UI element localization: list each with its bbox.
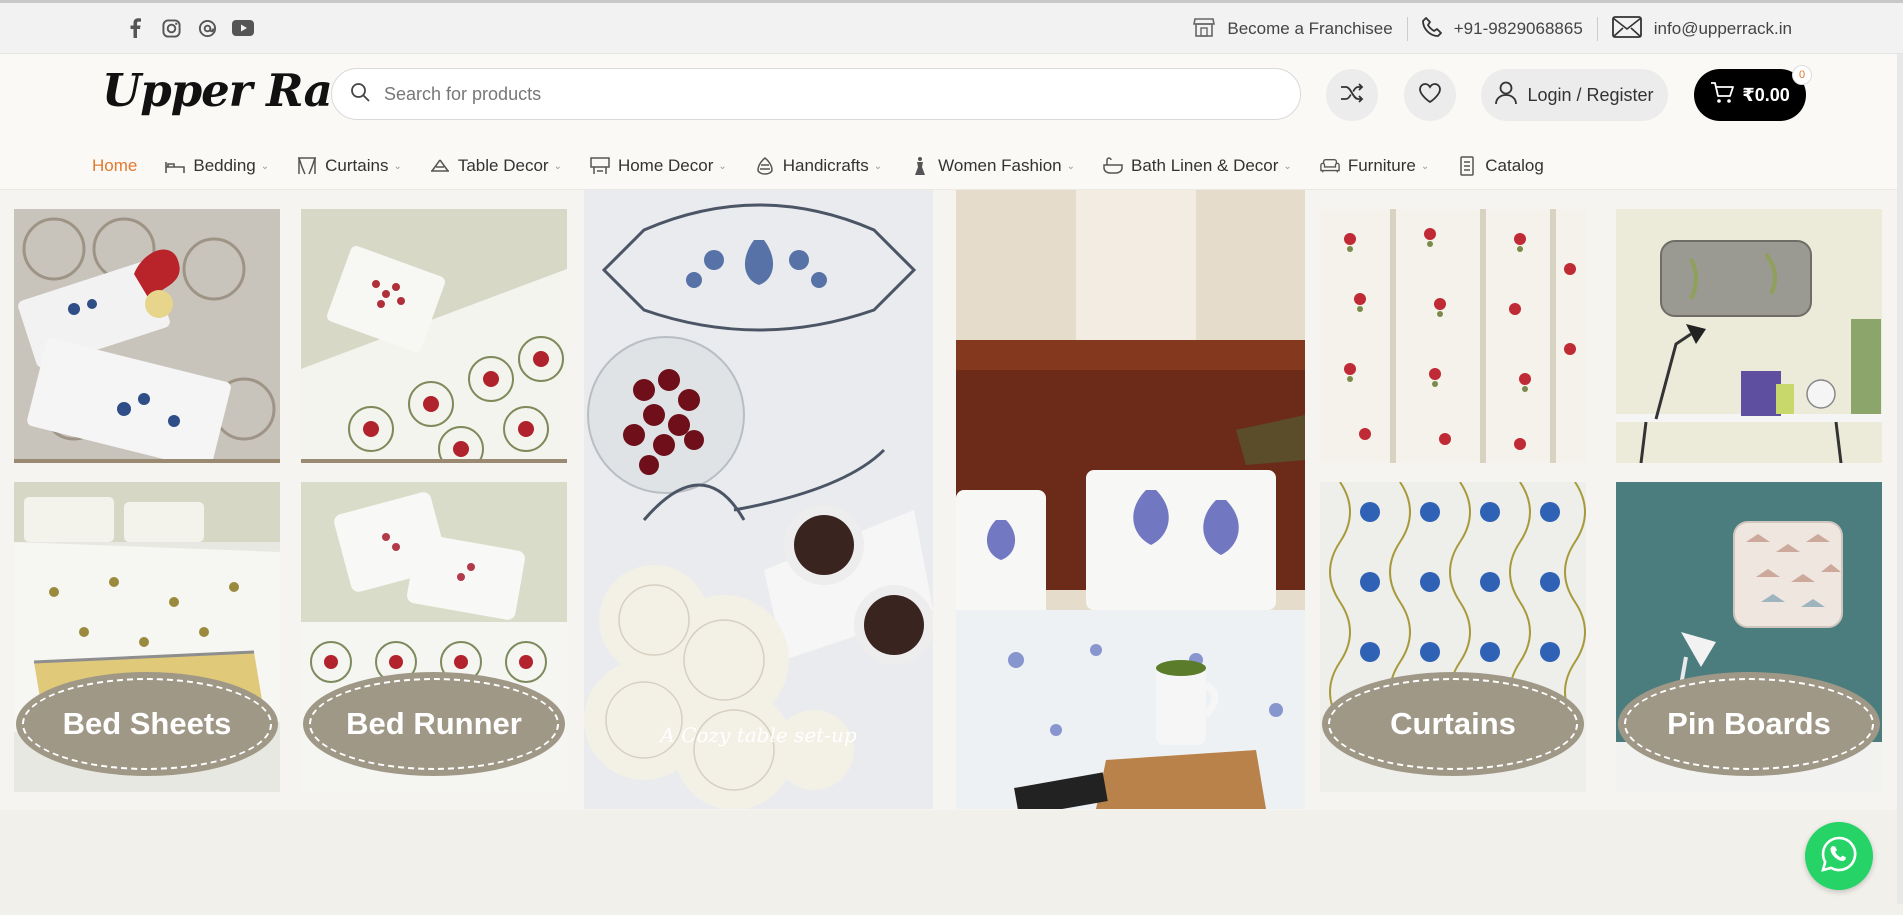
chevron-down-icon: ⌄	[393, 160, 402, 172]
whatsapp-icon	[1819, 834, 1859, 879]
bed-runner-label: Bed Runner	[346, 706, 522, 741]
facebook-icon[interactable]	[124, 17, 146, 39]
chevron-down-icon: ⌄	[718, 160, 727, 172]
nav-label: Handicrafts	[782, 156, 869, 175]
pin-boards-card[interactable]: Pin Boards	[1616, 482, 1882, 792]
franchise-link[interactable]: Become a Franchisee	[1179, 17, 1406, 42]
mail-icon	[1611, 15, 1642, 43]
chevron-down-icon: ⌄	[260, 160, 270, 172]
nav-handicrafts[interactable]: Handicrafts ⌄	[755, 156, 882, 176]
curtain-icon	[297, 156, 317, 176]
search-input[interactable]	[384, 83, 1264, 105]
top-contact: Become a Franchisee +91-9829068865 info@…	[1179, 15, 1806, 43]
nav-label: Bedding	[193, 156, 256, 175]
nav-label: Furniture	[1347, 156, 1416, 175]
nav-catalog[interactable]: Catalog	[1457, 156, 1544, 176]
cart-button[interactable]: ₹0.00	[1694, 69, 1806, 121]
user-icon	[1495, 81, 1518, 110]
bedroom-video[interactable]	[956, 190, 1305, 809]
table-caption: A Cozy table set-up	[660, 723, 857, 747]
nav-bedding[interactable]: Bedding ⌄	[165, 156, 269, 176]
nav-label: Home	[92, 156, 138, 175]
chevron-down-icon: ⌄	[1283, 160, 1292, 172]
search-icon[interactable]	[350, 82, 370, 107]
bath-icon	[1103, 156, 1123, 176]
whatsapp-button[interactable]	[1805, 822, 1873, 890]
instagram-icon[interactable]	[160, 17, 182, 39]
cart-count-badge: 0	[1792, 65, 1812, 85]
pin-boards-label: Pin Boards	[1667, 706, 1831, 741]
handicraft-icon	[755, 156, 775, 176]
franchise-label: Become a Franchisee	[1227, 19, 1393, 38]
nav-women-fashion[interactable]: Women Fashion ⌄	[910, 156, 1075, 176]
curtains-image-top[interactable]	[1320, 209, 1586, 463]
home-decor-icon	[590, 156, 610, 176]
cart-total: ₹0.00	[1742, 84, 1790, 105]
chevron-down-icon: ⌄	[1420, 160, 1430, 172]
bed-sheets-image-top[interactable]	[14, 209, 280, 463]
shuffle-icon	[1340, 82, 1364, 108]
nav-label: Catalog	[1485, 156, 1544, 175]
nav-home[interactable]: Home	[92, 156, 137, 176]
phone-link[interactable]: +91-9829068865	[1408, 16, 1597, 42]
main-header: Upper Rack Login / Register ₹0.00 0 Home	[0, 54, 1903, 190]
bed-sheets-badge[interactable]: Bed Sheets	[16, 672, 278, 776]
hero-banner: Bed Sheets Bed Runner A Cozy table set-u…	[0, 190, 1903, 810]
dress-icon	[910, 156, 930, 176]
youtube-icon[interactable]	[232, 17, 254, 39]
chevron-down-icon: ⌄	[873, 160, 883, 172]
nav-label: Curtains	[325, 156, 389, 175]
table-setup-video[interactable]: A Cozy table set-up	[584, 190, 933, 809]
nav-bath-linen[interactable]: Bath Linen & Decor ⌄	[1103, 156, 1292, 176]
nav-label: Home Decor	[617, 156, 714, 175]
cart-icon	[1710, 81, 1735, 109]
bed-runner-card[interactable]: Bed Runner	[301, 482, 567, 792]
nav-label: Bath Linen & Decor	[1131, 156, 1279, 175]
phone-label: +91-9829068865	[1453, 19, 1583, 38]
scrollbar[interactable]	[1897, 54, 1903, 904]
login-label: Login / Register	[1527, 84, 1654, 105]
bed-runner-image-top[interactable]	[301, 209, 567, 463]
chevron-down-icon: ⌄	[1066, 160, 1075, 172]
nav-home-decor[interactable]: Home Decor ⌄	[590, 156, 727, 176]
bed-sheets-label: Bed Sheets	[62, 706, 232, 741]
nav-curtains[interactable]: Curtains ⌄	[297, 156, 402, 176]
page-background	[0, 810, 1903, 915]
chevron-down-icon: ⌄	[553, 160, 562, 172]
social-links	[124, 17, 254, 39]
compare-button[interactable]	[1326, 69, 1378, 121]
catalog-icon	[1457, 156, 1477, 176]
threads-icon[interactable]	[196, 17, 218, 39]
pin-board-image-top[interactable]	[1616, 209, 1882, 463]
search-bar	[331, 68, 1301, 120]
phone-icon	[1421, 16, 1442, 42]
curtains-label: Curtains	[1390, 706, 1516, 741]
nav-table-decor[interactable]: Table Decor ⌄	[430, 156, 562, 176]
pin-boards-badge[interactable]: Pin Boards	[1618, 672, 1880, 776]
login-register-button[interactable]: Login / Register	[1481, 69, 1668, 121]
wishlist-button[interactable]	[1404, 69, 1456, 121]
main-nav: Home Bedding ⌄ Curtains ⌄ Table Decor ⌄ Hom…	[92, 148, 1572, 184]
curtains-card[interactable]: Curtains	[1320, 482, 1586, 792]
heart-icon	[1419, 82, 1441, 108]
store-icon	[1193, 17, 1216, 42]
curtains-badge[interactable]: Curtains	[1322, 672, 1584, 776]
email-label: info@upperrack.in	[1653, 19, 1792, 38]
bed-icon	[165, 156, 186, 176]
top-bar: Become a Franchisee +91-9829068865 info@…	[0, 0, 1903, 54]
nav-label: Women Fashion	[938, 156, 1062, 175]
bed-sheets-card[interactable]: Bed Sheets	[14, 482, 280, 792]
nav-furniture[interactable]: Furniture ⌄	[1320, 156, 1429, 176]
table-decor-icon	[430, 156, 450, 176]
bed-runner-badge[interactable]: Bed Runner	[303, 672, 565, 776]
email-link[interactable]: info@upperrack.in	[1598, 15, 1806, 43]
nav-label: Table Decor	[457, 156, 549, 175]
sofa-icon	[1320, 156, 1340, 176]
